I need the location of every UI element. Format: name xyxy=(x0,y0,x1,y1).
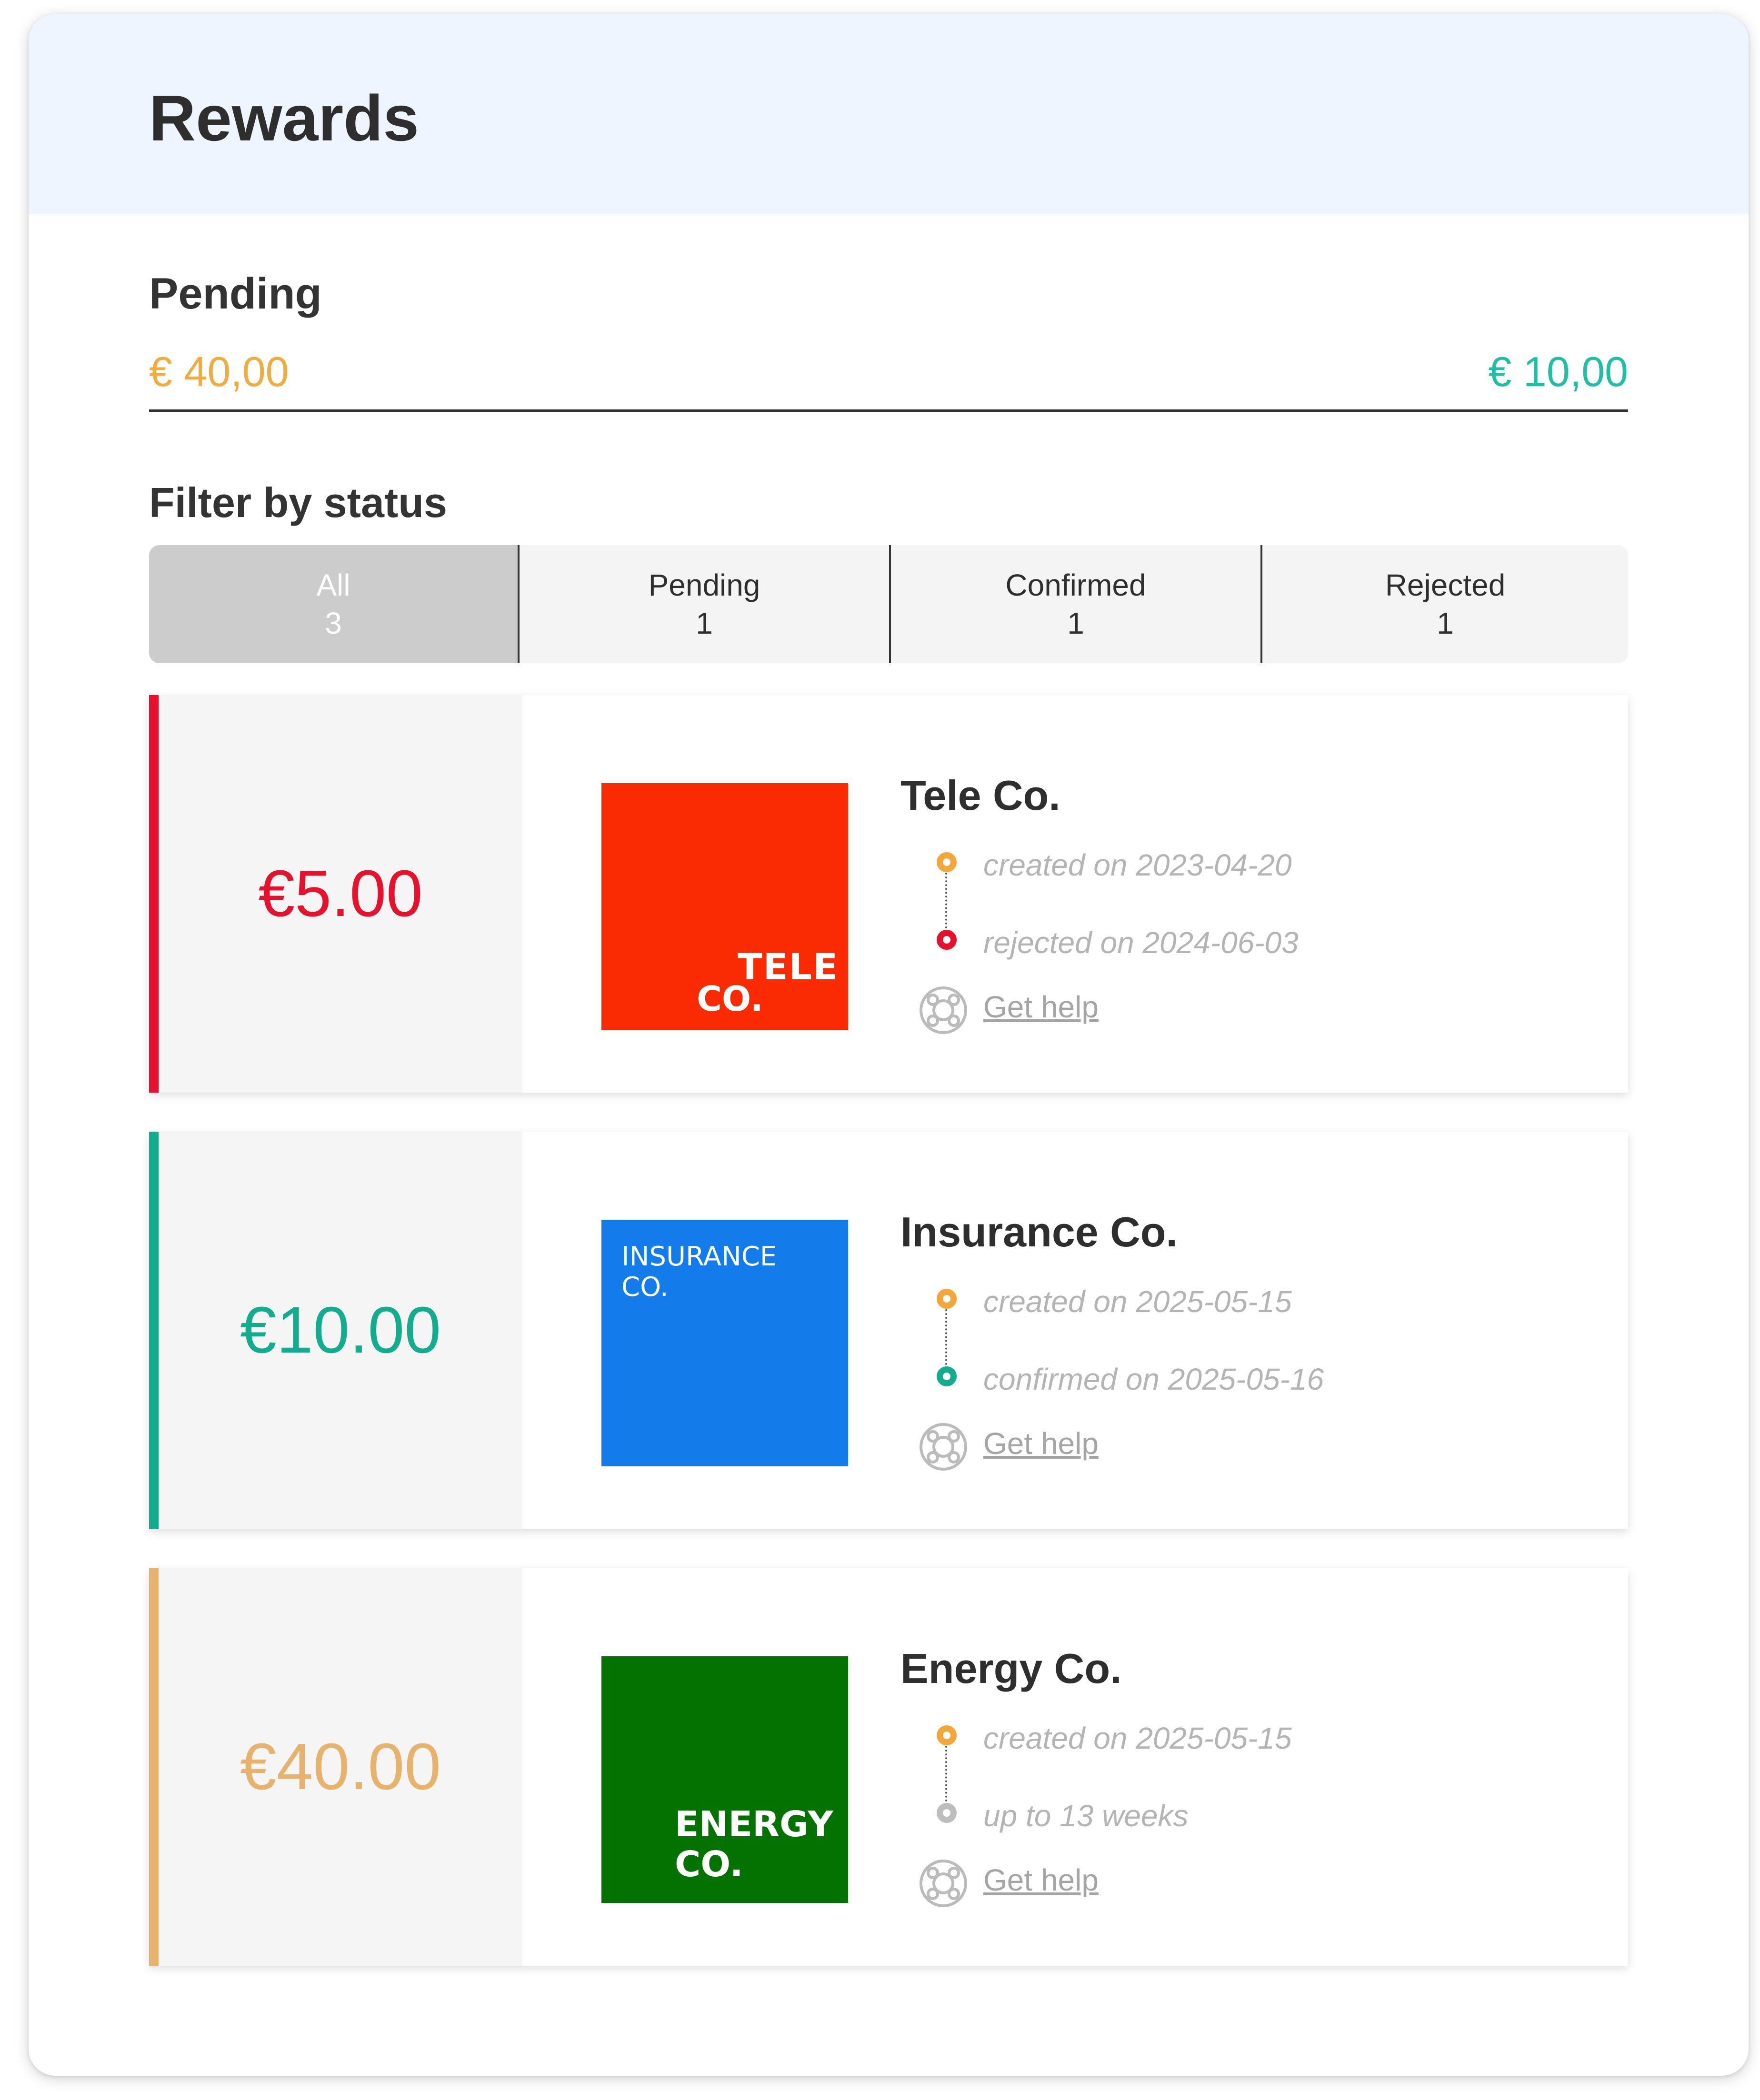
timeline-dot-created xyxy=(937,1289,957,1309)
company-name: Insurance Co. xyxy=(900,1208,1178,1255)
tab-label: Rejected xyxy=(1385,568,1506,602)
get-help-link[interactable]: Get help xyxy=(983,989,1099,1025)
reward-card[interactable]: €10.00 INSURANCE CO. Insurance Co. creat… xyxy=(149,1132,1628,1529)
logo-text: CO. xyxy=(621,1272,669,1303)
reward-amount: €5.00 xyxy=(258,857,423,930)
tab-count: 1 xyxy=(696,606,713,640)
tab-label: Pending xyxy=(648,568,760,602)
status-stripe xyxy=(149,1568,159,1966)
tab-rejected[interactable]: Rejected 1 xyxy=(1260,545,1628,663)
lifebuoy-icon xyxy=(919,1859,968,1908)
timeline-connector xyxy=(945,1742,947,1801)
header: Rewards xyxy=(29,14,1749,214)
timeline-created: created on 2025-05-15 xyxy=(983,1284,1292,1319)
company-logo: INSURANCE CO. xyxy=(601,1220,848,1466)
filter-label: Filter by status xyxy=(149,479,447,526)
logo-text: CO. xyxy=(675,1844,743,1885)
logo-text: ENERGY xyxy=(675,1804,834,1845)
timeline-created: created on 2023-04-20 xyxy=(983,848,1292,882)
status-stripe xyxy=(149,695,159,1093)
divider xyxy=(149,409,1628,412)
timeline-status: confirmed on 2025-05-16 xyxy=(983,1362,1324,1396)
reward-amount: €10.00 xyxy=(240,1294,441,1367)
timeline-created: created on 2025-05-15 xyxy=(983,1721,1292,1755)
reward-amount-panel: €5.00 xyxy=(149,695,522,1093)
company-logo: ENERGY CO. xyxy=(601,1656,848,1903)
timeline-dot-created xyxy=(937,1725,957,1745)
reward-amount: €40.00 xyxy=(240,1730,441,1803)
company-logo: TELE CO. xyxy=(601,783,848,1030)
logo-text: INSURANCE xyxy=(621,1241,777,1272)
company-name: Energy Co. xyxy=(900,1645,1122,1692)
reward-amount-panel: €10.00 xyxy=(149,1132,522,1529)
timeline-dot-pending xyxy=(937,1803,957,1823)
lifebuoy-icon xyxy=(919,1422,968,1472)
tab-all[interactable]: All 3 xyxy=(149,545,518,663)
timeline-dot-created xyxy=(937,852,957,872)
reward-card[interactable]: €40.00 ENERGY CO. Energy Co. created on … xyxy=(149,1568,1628,1966)
tab-count: 1 xyxy=(1067,606,1084,640)
pending-amount: € 40,00 xyxy=(149,348,289,395)
tab-count: 1 xyxy=(1437,606,1454,640)
rewards-panel: Rewards Pending € 40,00 € 10,00 Filter b… xyxy=(29,14,1749,2076)
confirmed-amount: € 10,00 xyxy=(1488,348,1628,395)
status-stripe xyxy=(149,1132,159,1529)
tab-label: All xyxy=(316,568,350,602)
tab-label: Confirmed xyxy=(1005,568,1146,602)
pending-label: Pending xyxy=(149,269,322,318)
timeline-dot-confirmed xyxy=(937,1366,957,1386)
timeline-connector xyxy=(945,869,947,928)
timeline-connector xyxy=(945,1305,947,1365)
get-help-link[interactable]: Get help xyxy=(983,1862,1099,1898)
tab-pending[interactable]: Pending 1 xyxy=(518,545,889,663)
reward-card[interactable]: €5.00 TELE CO. Tele Co. created on 2023-… xyxy=(149,695,1628,1093)
page-title: Rewards xyxy=(149,82,419,154)
timeline-status: rejected on 2024-06-03 xyxy=(983,926,1299,960)
lifebuoy-icon xyxy=(919,985,968,1035)
tab-count: 3 xyxy=(325,606,342,640)
logo-text: CO. xyxy=(697,979,763,1019)
tab-confirmed[interactable]: Confirmed 1 xyxy=(889,545,1260,663)
company-name: Tele Co. xyxy=(900,772,1060,819)
status-filter-tabs: All 3 Pending 1 Confirmed 1 Rejected 1 xyxy=(149,545,1628,663)
timeline-dot-rejected xyxy=(937,930,957,950)
timeline-status: up to 13 weeks xyxy=(983,1799,1189,1833)
reward-amount-panel: €40.00 xyxy=(149,1568,522,1966)
get-help-link[interactable]: Get help xyxy=(983,1426,1099,1461)
